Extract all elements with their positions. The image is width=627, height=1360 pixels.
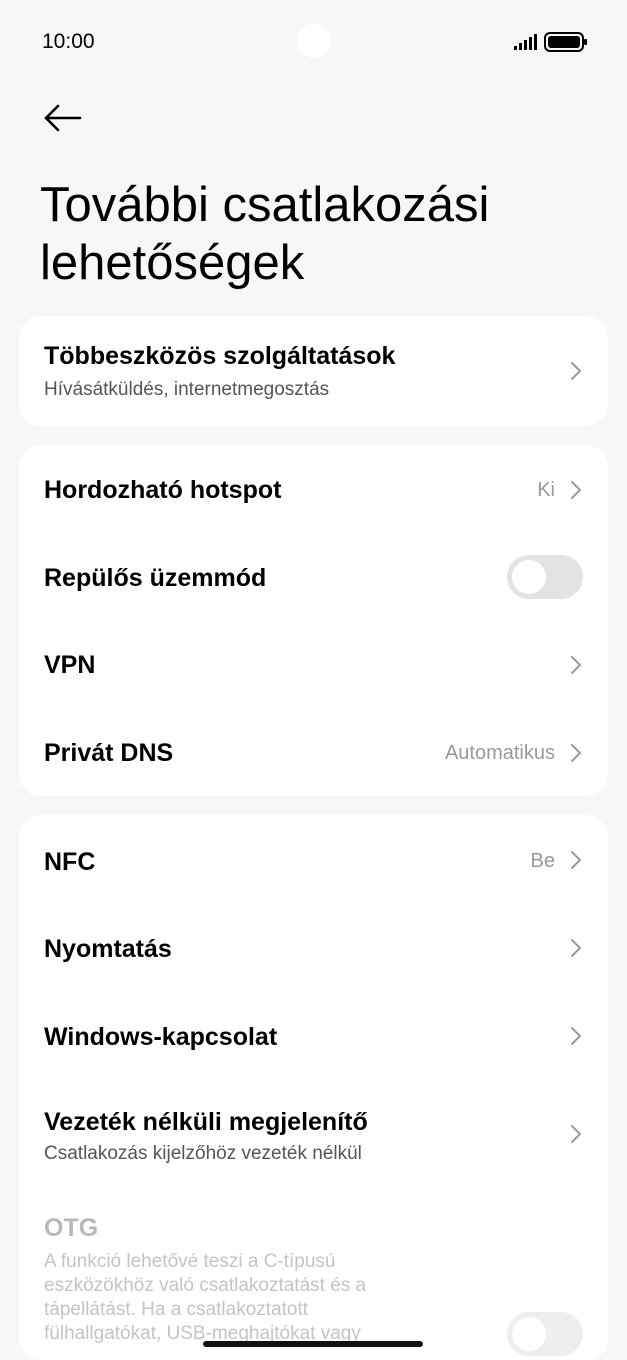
battery-icon bbox=[544, 32, 587, 52]
chevron-right-icon bbox=[571, 851, 581, 869]
multi-device-sub: Hívásátküldés, internetmegosztás bbox=[44, 379, 330, 400]
nfc-label: NFC bbox=[44, 848, 96, 876]
chevron-right-icon bbox=[571, 939, 581, 957]
home-indicator[interactable] bbox=[203, 1341, 423, 1347]
settings-card-multidevice: Többeszközös szolgáltatások Hívásátküldé… bbox=[19, 316, 608, 426]
wireless-display-item[interactable]: Vezeték nélküli megjelenítő Csatlakozás … bbox=[19, 1079, 608, 1189]
nfc-item[interactable]: NFC Be bbox=[19, 815, 608, 903]
vpn-item[interactable]: VPN bbox=[19, 621, 608, 709]
screen: 10:00 További csatlakozási lehetőségek T… bbox=[0, 0, 627, 1360]
multi-device-services-item[interactable]: Többeszközös szolgáltatások Hívásátküldé… bbox=[19, 316, 608, 426]
chevron-right-icon bbox=[571, 1027, 581, 1045]
status-time: 10:00 bbox=[42, 30, 95, 53]
nfc-value: Be bbox=[530, 850, 555, 872]
airplane-mode-item: Repülős üzemmód bbox=[19, 533, 608, 621]
multi-device-label: Többeszközös szolgáltatások bbox=[44, 342, 396, 370]
chevron-right-icon bbox=[571, 744, 581, 762]
back-button[interactable] bbox=[40, 96, 86, 142]
hotspot-label: Hordozható hotspot bbox=[44, 476, 282, 504]
chevron-right-icon bbox=[571, 656, 581, 674]
signal-icon bbox=[514, 34, 537, 50]
portable-hotspot-item[interactable]: Hordozható hotspot Ki bbox=[19, 445, 608, 533]
private-dns-value: Automatikus bbox=[444, 742, 555, 764]
airplane-mode-toggle[interactable] bbox=[507, 555, 583, 599]
settings-card-network: Hordozható hotspot Ki Repülős üzemmód VP… bbox=[19, 445, 608, 796]
otg-label: OTG bbox=[44, 1214, 99, 1242]
airplane-mode-label: Repülős üzemmód bbox=[44, 564, 267, 592]
chevron-right-icon bbox=[571, 481, 581, 499]
printing-label: Nyomtatás bbox=[44, 935, 172, 963]
page-title: További csatlakozási lehetőségek bbox=[40, 178, 490, 290]
status-bar: 10:00 bbox=[0, 0, 627, 86]
chevron-right-icon bbox=[571, 362, 581, 380]
otg-toggle[interactable] bbox=[507, 1312, 583, 1356]
otg-description: A funkció lehetővé teszi a C-típusú eszk… bbox=[44, 1251, 367, 1344]
chevron-right-icon bbox=[571, 1125, 581, 1143]
wireless-display-label: Vezeték nélküli megjelenítő bbox=[44, 1108, 368, 1136]
vpn-label: VPN bbox=[44, 651, 96, 679]
printing-item[interactable]: Nyomtatás bbox=[19, 903, 608, 991]
hotspot-value: Ki bbox=[537, 479, 555, 501]
back-arrow-icon bbox=[44, 104, 82, 132]
front-camera bbox=[297, 24, 331, 58]
private-dns-item[interactable]: Privát DNS Automatikus bbox=[19, 709, 608, 796]
windows-link-item[interactable]: Windows-kapcsolat bbox=[19, 991, 608, 1079]
toggle-knob bbox=[512, 1317, 546, 1351]
windows-link-label: Windows-kapcsolat bbox=[44, 1023, 278, 1051]
private-dns-label: Privát DNS bbox=[44, 739, 174, 767]
wireless-display-sub: Csatlakozás kijelzőhöz vezeték nélkül bbox=[44, 1143, 362, 1164]
toggle-knob bbox=[512, 560, 546, 594]
